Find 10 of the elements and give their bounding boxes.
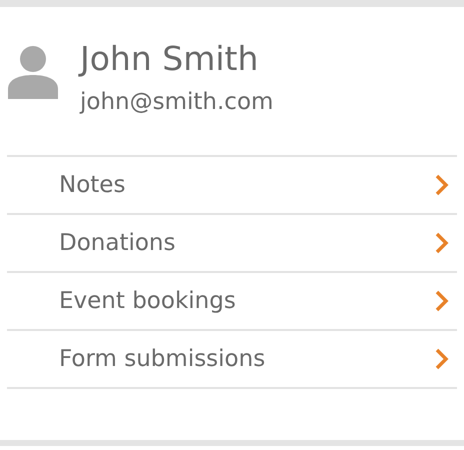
menu-item-label: Notes xyxy=(59,172,126,198)
menu-item[interactable]: Donations xyxy=(7,215,457,273)
contact-name: John Smith xyxy=(80,38,260,80)
contact-email: john@smith.com xyxy=(80,88,274,117)
menu-item-label: Donations xyxy=(59,230,176,256)
menu-item[interactable]: Form submissions xyxy=(7,331,457,389)
menu-item[interactable]: Event bookings xyxy=(7,273,457,331)
menu-item[interactable]: Notes xyxy=(7,157,457,215)
menu-item-label: Event bookings xyxy=(59,288,236,314)
menu-item-label: Form submissions xyxy=(59,346,266,372)
